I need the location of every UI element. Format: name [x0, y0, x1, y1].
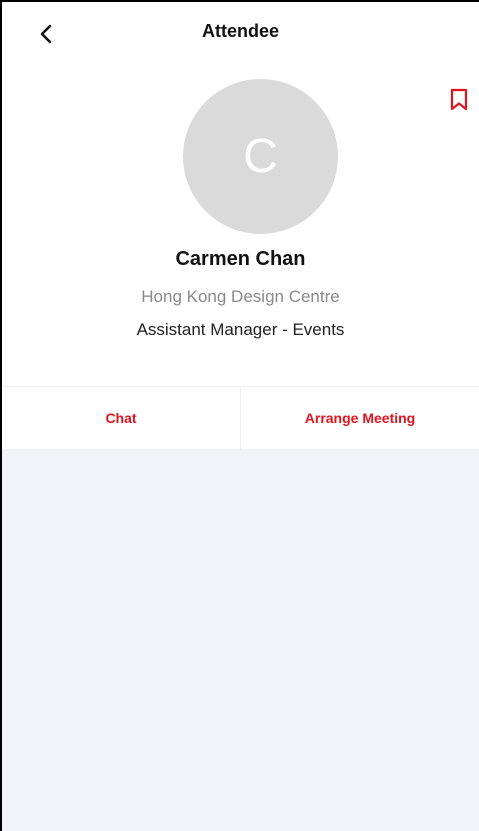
page-title: Attendee [201, 21, 279, 41]
bookmark-button[interactable] [446, 86, 472, 114]
app-header: Attendee [2, 2, 479, 68]
bookmark-icon [450, 88, 468, 111]
app-screen: Attendee C Carmen Chan Hong Kong Design … [0, 0, 479, 831]
action-bar: Chat Arrange Meeting [2, 386, 479, 449]
chat-button[interactable]: Chat [2, 387, 240, 449]
attendee-company: Hong Kong Design Centre [141, 287, 340, 306]
avatar: C [183, 79, 338, 234]
content-area [2, 449, 479, 831]
arrange-meeting-button[interactable]: Arrange Meeting [240, 387, 479, 449]
avatar-initial: C [243, 130, 278, 183]
attendee-role: Assistant Manager - Events [136, 320, 345, 339]
attendee-name: Carmen Chan [175, 248, 306, 270]
